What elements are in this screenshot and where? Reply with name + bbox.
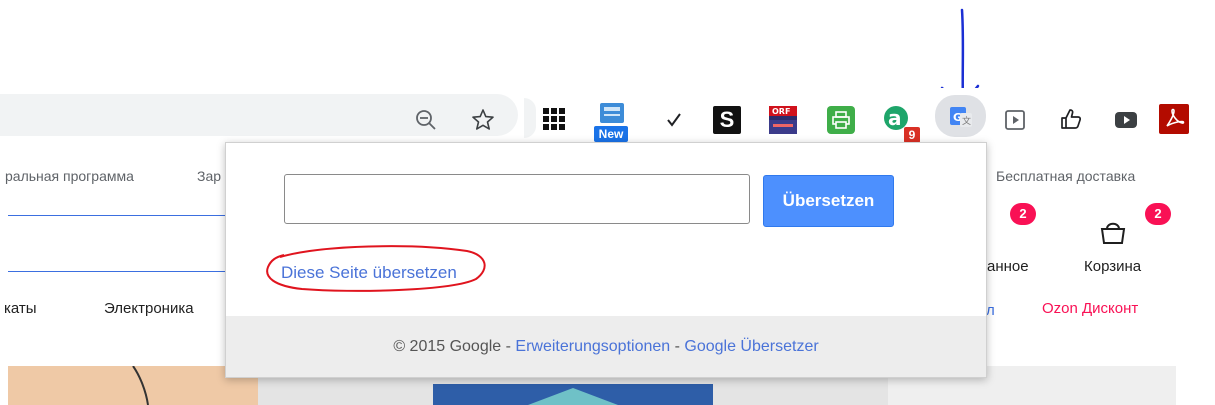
search-top-border <box>8 215 225 216</box>
nav-item-partial[interactable]: л <box>986 302 995 319</box>
play-icon[interactable] <box>1003 108 1027 132</box>
translate-page-link[interactable]: Diese Seite übersetzen <box>281 263 457 283</box>
translate-button[interactable]: Übersetzen <box>763 175 894 227</box>
cart-label[interactable]: Корзина <box>1084 258 1141 275</box>
svg-text:文: 文 <box>962 115 971 127</box>
toolbar-divider <box>524 98 536 138</box>
favorites-label[interactable]: анное <box>987 258 1029 275</box>
cart-icon[interactable] <box>1098 217 1128 250</box>
orf-icon[interactable]: ORF <box>769 106 797 134</box>
checkmark-icon[interactable] <box>664 110 684 130</box>
new-badge: New <box>594 126 628 142</box>
new-extension-icon[interactable] <box>597 100 627 126</box>
google-translate-icon[interactable]: G文 <box>947 104 975 130</box>
extension-options-link[interactable]: Erweiterungsoptionen <box>515 338 670 355</box>
nav-item-electronics[interactable]: Электроника <box>104 300 194 317</box>
cart-count-badge: 2 <box>1145 203 1171 225</box>
pdf-icon[interactable] <box>1159 104 1189 134</box>
popup-footer: © 2015 Google - Erweiterungsoptionen - G… <box>226 316 986 377</box>
footer-separator: - <box>670 338 685 355</box>
video-icon[interactable] <box>1113 108 1139 132</box>
nav-item-catalog[interactable]: каты <box>4 300 37 317</box>
thumbs-up-icon[interactable] <box>1058 106 1084 132</box>
a-extension-badge: 9 <box>904 127 920 143</box>
nav-item-ozon-discount[interactable]: Ozon Дисконт <box>1042 300 1138 317</box>
top-link-truncated[interactable]: Зар <box>197 168 221 184</box>
top-link-free-delivery[interactable]: Бесплатная доставка <box>996 168 1135 184</box>
svg-text:ORF: ORF <box>772 107 790 116</box>
translate-text-input[interactable] <box>284 174 750 224</box>
address-bar[interactable] <box>0 94 518 136</box>
printer-icon[interactable] <box>827 106 855 134</box>
google-translator-link[interactable]: Google Übersetzer <box>684 338 818 355</box>
grid-icon[interactable] <box>542 107 566 131</box>
copyright-text: © 2015 Google - <box>393 338 516 355</box>
zoom-out-icon[interactable] <box>414 108 438 132</box>
favorites-count-badge: 2 <box>1010 203 1036 225</box>
search-bottom-border <box>8 271 225 272</box>
s-extension-icon[interactable]: S <box>713 106 741 134</box>
google-translate-popup: Übersetzen Diese Seite übersetzen © 2015… <box>225 142 987 378</box>
top-link-program[interactable]: ральная программа <box>5 168 134 184</box>
bookmark-star-icon[interactable] <box>470 107 496 133</box>
svg-text:a: a <box>888 106 902 130</box>
